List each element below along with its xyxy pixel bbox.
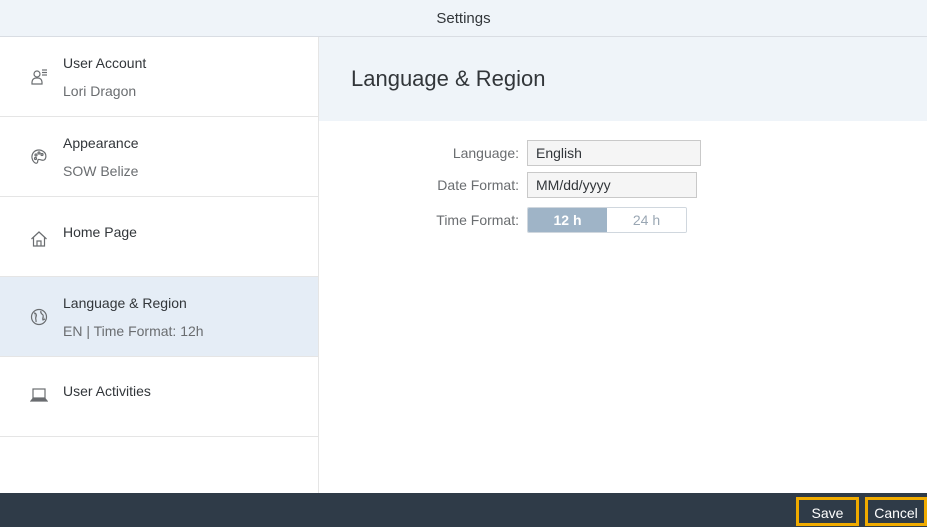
date-format-field[interactable]: MM/dd/yyyy [527,172,697,198]
palette-icon [29,147,49,167]
save-button[interactable]: Save [796,497,859,526]
sidebar-item-subtitle: SOW Belize [63,163,139,179]
cancel-button[interactable]: Cancel [865,497,927,526]
dialog-footer: Save Cancel [0,493,927,527]
sidebar-item-title: Home Page [63,224,137,240]
sidebar-item-title: Language & Region [63,295,187,311]
time-format-24h-button[interactable]: 24 h [607,208,686,232]
language-row: Language: English [319,140,701,166]
sidebar-item-title: User Account [63,55,147,71]
sidebar-item-appearance[interactable]: Appearance SOW Belize [0,117,318,197]
language-field[interactable]: English [527,140,701,166]
sidebar-item-title: User Activities [63,383,151,399]
language-label: Language: [452,145,519,161]
globe-icon [29,307,49,327]
language-value: English [536,145,582,161]
date-format-row: Date Format: MM/dd/yyyy [319,172,697,198]
sidebar-item-language-region[interactable]: Language & Region EN | Time Format: 12h [0,277,318,357]
dialog-title: Settings [436,9,491,27]
time-format-label: Time Format: [436,212,519,228]
page-header: Language & Region [319,37,927,121]
sidebar-item-home-page[interactable]: Home Page [0,197,318,277]
dialog-title-bar: Settings [0,0,927,37]
home-icon [29,229,49,249]
sidebar-item-title: Appearance [63,135,139,151]
time-format-12h-button[interactable]: 12 h [528,208,607,232]
sidebar-item-user-activities[interactable]: User Activities [0,357,318,437]
sidebar-item-subtitle: Lori Dragon [63,83,137,99]
laptop-icon [29,385,49,405]
sidebar-item-subtitle: EN | Time Format: 12h [63,323,204,339]
user-settings-icon [29,67,49,87]
time-format-row: Time Format: 12 h 24 h [319,207,687,233]
date-format-value: MM/dd/yyyy [536,177,611,193]
settings-detail-pane: Language & Region Language: English Date… [319,37,927,493]
date-format-label: Date Format: [437,177,519,193]
sidebar-item-user-account[interactable]: User Account Lori Dragon [0,37,318,117]
settings-sidebar: User Account Lori Dragon Appearance SOW … [0,37,319,493]
page-title: Language & Region [351,66,546,91]
time-format-segmented-button: 12 h 24 h [527,207,687,233]
